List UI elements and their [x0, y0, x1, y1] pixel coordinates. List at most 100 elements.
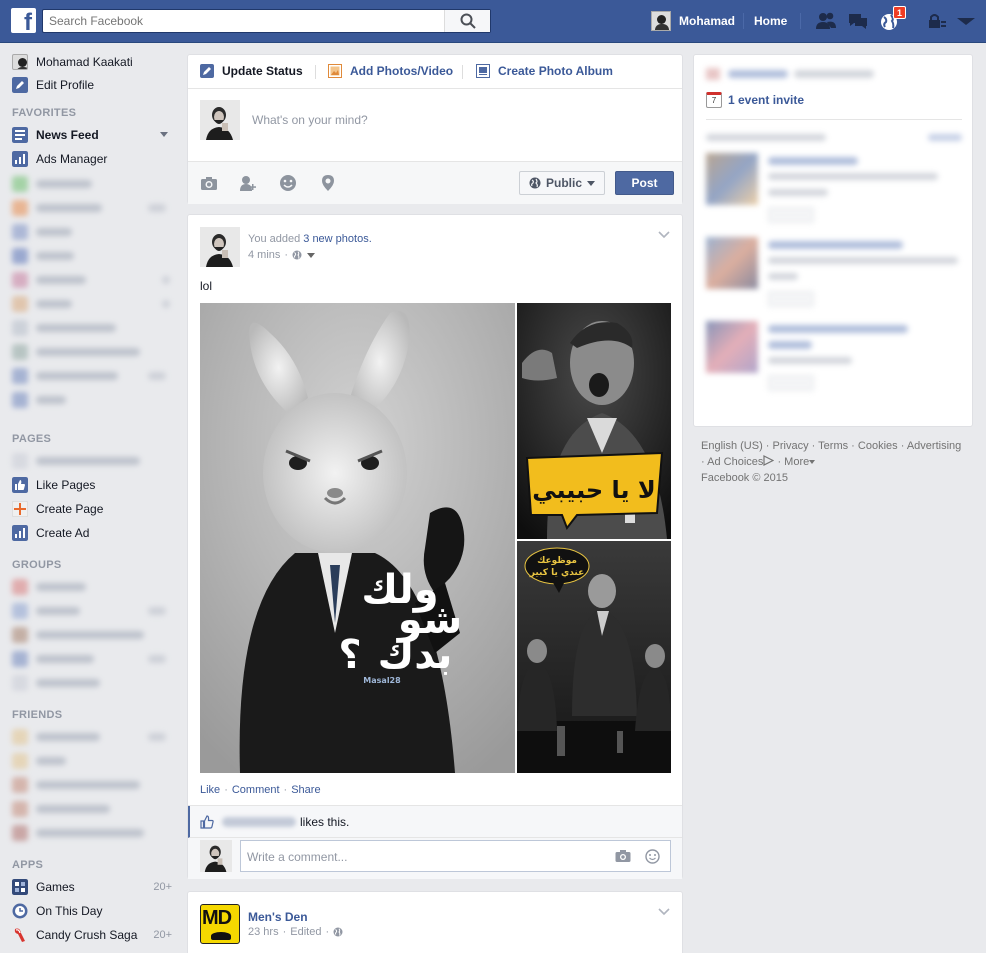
feeling-smiley-icon[interactable]: [279, 174, 297, 192]
camera-icon[interactable]: [200, 174, 218, 192]
pencil-icon: [200, 64, 214, 78]
messages-icon[interactable]: [847, 11, 869, 31]
chevron-down-icon[interactable]: [160, 132, 168, 138]
search-icon: [460, 13, 476, 29]
profile-link[interactable]: Mohamad: [651, 10, 735, 32]
sidebar-item-label: Create Ad: [36, 526, 90, 540]
meeting-room-photo: موظوعك عندي يا كبير: [517, 541, 671, 773]
separator: ·: [224, 784, 228, 796]
account-menu-chevron-icon[interactable]: [955, 11, 977, 31]
sidebar-item-label: Mohamad Kaakati: [36, 55, 133, 69]
event-invite-row[interactable]: 7 1 event invite: [706, 92, 804, 108]
sidebar-item-on-this-day[interactable]: On This Day: [12, 902, 172, 920]
footer-link-more[interactable]: More: [784, 456, 809, 468]
story-options-chevron-icon[interactable]: [658, 231, 670, 239]
sidebar-item-profile[interactable]: Mohamad Kaakati: [12, 53, 172, 71]
emoji-smiley-icon[interactable]: [645, 849, 660, 864]
chevron-down-icon: [809, 460, 816, 464]
footer-link-ad-choices[interactable]: Ad Choices: [707, 456, 763, 468]
story-time[interactable]: 4 mins: [248, 249, 280, 261]
caption-r2-2: عندي يا كبير: [529, 568, 584, 578]
like-link[interactable]: Like: [200, 784, 220, 796]
avatar: [200, 100, 240, 140]
home-link[interactable]: Home: [754, 14, 787, 28]
footer-link-language[interactable]: English (US): [701, 440, 763, 452]
tab-update-status[interactable]: Update Status: [200, 64, 303, 78]
top-bar: f Mohamad Home 1: [0, 0, 986, 43]
location-pin-icon[interactable]: [319, 174, 337, 192]
calendar-icon: 7: [706, 92, 722, 108]
friend-requests-icon[interactable]: [815, 11, 837, 31]
footer-link-privacy[interactable]: Privacy: [773, 440, 809, 452]
feed-story: You added 3 new photos. 4 mins · lol ولك…: [187, 214, 683, 879]
sidebar-item-create-ad[interactable]: Create Ad: [12, 524, 172, 542]
divider: [706, 119, 962, 120]
avatar[interactable]: [200, 227, 240, 267]
story-options-chevron-icon[interactable]: [658, 908, 670, 916]
caption-r2-1: موظوعك: [537, 556, 577, 566]
caption-r1: لا يا حبيبي: [532, 476, 656, 504]
tab-create-album[interactable]: Create Photo Album: [476, 64, 613, 78]
mens-den-logo[interactable]: MD: [200, 904, 240, 944]
camera-icon[interactable]: [615, 849, 631, 863]
section-header-favorites: FAVORITES: [12, 107, 77, 119]
story-time[interactable]: 23 hrs: [248, 926, 279, 938]
post-button[interactable]: Post: [615, 171, 674, 195]
sidebar-item-like-pages[interactable]: Like Pages: [12, 476, 172, 494]
footer: English (US) · Privacy · Terms · Cookies…: [701, 440, 962, 484]
edited-label[interactable]: Edited: [290, 926, 321, 938]
avatar: [12, 54, 28, 70]
footer-link-advertising[interactable]: Advertising: [907, 440, 961, 452]
blurred-item: [12, 825, 144, 841]
blurred-suggestion: [706, 237, 962, 309]
tab-label: Create Photo Album: [498, 64, 613, 78]
blurred-item: [12, 392, 66, 408]
sidebar-item-news-feed[interactable]: News Feed: [12, 126, 172, 144]
divider: [800, 13, 801, 29]
comment-input[interactable]: Write a comment...: [240, 840, 671, 872]
story-photo-2[interactable]: لا يا حبيبي: [517, 303, 671, 539]
chevron-down-icon[interactable]: [307, 252, 316, 258]
sidebar-item-label: News Feed: [36, 128, 99, 142]
avatar: [651, 11, 671, 31]
photos-link[interactable]: 3 new photos.: [303, 233, 372, 245]
speech-photo: لا يا حبيبي: [517, 303, 671, 539]
tab-label: Update Status: [222, 64, 303, 78]
separator: ·: [283, 784, 288, 796]
games-icon: [12, 879, 28, 895]
sidebar-item-label: Ads Manager: [36, 152, 108, 166]
tag-friends-icon[interactable]: [239, 174, 257, 192]
liker-name-blurred[interactable]: [222, 816, 296, 827]
story-timestamp-row: 4 mins ·: [248, 249, 316, 261]
story-text: lol: [200, 279, 213, 293]
sidebar-item-edit-profile[interactable]: Edit Profile: [12, 76, 172, 94]
sidebar-item-create-page[interactable]: Create Page: [12, 500, 172, 518]
story-header: You added 3 new photos.: [248, 233, 372, 245]
tab-add-photos[interactable]: Add Photos/Video: [328, 64, 453, 78]
search-button[interactable]: [444, 10, 490, 32]
story-photo-3[interactable]: موظوعك عندي يا كبير: [517, 541, 671, 773]
search-input[interactable]: [43, 10, 438, 32]
candy-icon: [14, 928, 25, 942]
create-page-icon: [12, 501, 28, 517]
story-photo-1[interactable]: ولك شو بدك ؟ Masal28: [200, 303, 515, 773]
sidebar-item-ads-manager[interactable]: Ads Manager: [12, 150, 172, 168]
event-invite-link[interactable]: 1 event invite: [728, 93, 804, 107]
blurred-suggestion: [706, 153, 962, 225]
sidebar-item-games[interactable]: Games 20+: [12, 878, 172, 896]
facebook-logo[interactable]: f: [11, 8, 36, 33]
globe-icon: [529, 177, 541, 189]
privacy-selector[interactable]: Public: [519, 171, 605, 195]
share-link[interactable]: Share: [291, 784, 320, 796]
privacy-lock-icon[interactable]: [926, 11, 948, 31]
footer-link-terms[interactable]: Terms: [818, 440, 848, 452]
sidebar-item-candy-crush[interactable]: Candy Crush Saga 20+: [12, 926, 172, 944]
comment-link[interactable]: Comment: [232, 784, 280, 796]
comment-placeholder: Write a comment...: [247, 850, 348, 864]
create-ad-chart-icon: [12, 525, 28, 541]
copyright: Facebook © 2015: [701, 472, 788, 484]
page-name-link[interactable]: Men's Den: [248, 910, 308, 924]
status-input[interactable]: What's on your mind?: [252, 113, 368, 127]
footer-link-cookies[interactable]: Cookies: [858, 440, 898, 452]
blurred-item: [12, 627, 144, 643]
